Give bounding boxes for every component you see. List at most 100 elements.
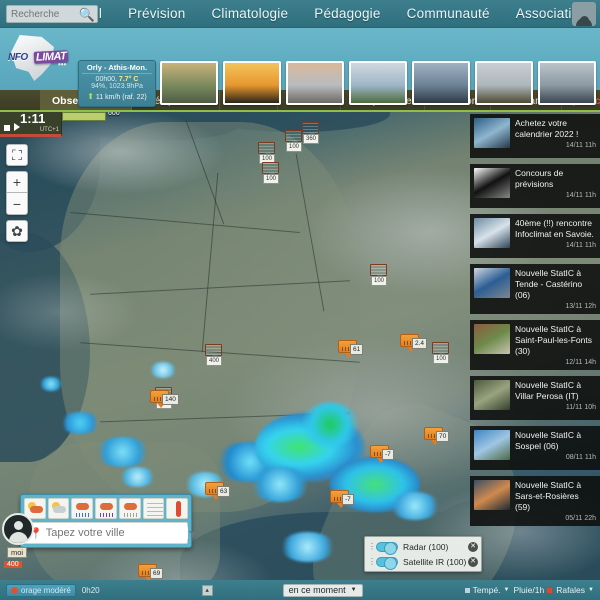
webcam-marker[interactable]: 100 [262,162,280,184]
alert-badge[interactable]: orage modéré [6,583,76,597]
webcam-marker[interactable]: 100 [370,264,388,286]
nav-item-climatologie[interactable]: Climatologie [198,0,301,28]
news-item[interactable]: Nouvelle StatIC à Sars-et-Rosières (59) 0… [470,476,600,526]
news-item[interactable]: Achetez votre calendrier 2022 ! 14/11 11h [470,114,600,158]
radar-echo [300,402,360,447]
weather-station-marker[interactable]: 69 [138,564,164,582]
news-body: 40ème (!!) rencontre Infoclimat en Savoi… [515,218,596,254]
search-box[interactable]: 🔍 [6,5,98,23]
photo-overcast-trees[interactable] [475,61,533,105]
site-logo[interactable]: NFO LIMAT ••• [6,34,76,84]
weather-station-marker[interactable]: -7 [330,490,354,508]
news-item[interactable]: Nouvelle StatIC à Saint-Paul-les-Fonts (… [470,320,600,370]
fog-icon[interactable] [142,498,165,519]
dropdown-rain[interactable]: Pluie/1h [513,585,553,595]
avatar-body [9,532,28,543]
nav-item-communaute[interactable]: Communauté [394,0,503,28]
photo-sunset-mast [474,480,510,510]
user-avatar-map[interactable] [2,513,34,545]
weather-station-value: 70 [436,431,450,442]
news-item[interactable]: Nouvelle StatIC à Villar Perosa (IT) 11/1… [470,376,600,420]
webcam-marker[interactable]: 100 [258,142,276,164]
close-icon[interactable]: ✕ [468,541,478,552]
map-time-control[interactable]: 1:11 UTC+1 [0,112,62,137]
news-date: 11/11 10h [565,404,596,411]
weather-station-marker[interactable]: 61 [338,340,364,358]
zoom-in-button[interactable]: + [6,171,28,193]
weather-station-marker[interactable]: 140 [150,390,179,408]
wind-arrow-icon: ⬆ [87,92,94,101]
avatar-head [14,521,23,530]
weather-station-marker[interactable]: 63 [205,482,231,500]
report-widget[interactable]: 📍 ➤ [20,494,202,548]
weather-station-marker[interactable]: 70 [424,427,450,445]
city-input[interactable] [45,527,188,539]
nav-item-prevision[interactable]: Prévision [115,0,198,28]
drag-handle-icon[interactable]: ⋮ [368,542,376,551]
webcam-marker[interactable]: 100 [285,130,303,152]
news-date: 14/11 11h [565,242,596,249]
fullscreen-button[interactable]: ⛶ [6,144,28,166]
news-title: Nouvelle StatIC à Tende - Castérino (06) [515,268,583,300]
dropdown-gusts[interactable]: Rafales ▼ [556,585,594,595]
avatar[interactable] [572,2,596,26]
webcam-marker[interactable]: 360 [302,122,320,144]
user-points-badge: 400 [4,561,22,568]
nav-item-pedagogie[interactable]: Pédagogie [301,0,393,28]
alert-label: orage modéré [21,585,71,595]
drag-handle-icon[interactable]: ⋮ [368,557,376,566]
thunderstorm-icon[interactable] [95,498,117,519]
layer-row[interactable]: ⋮ Radar (100) ✕ [365,539,481,555]
map-settings-button[interactable]: ✿ [6,220,28,242]
bottom-status-bar: orage modéré 0h20 ▴ en ce moment ▼ Tempé… [0,580,600,600]
zoom-out-button[interactable]: − [6,193,28,215]
weather-station-marker[interactable]: -7 [370,445,394,463]
layer-row[interactable]: ⋮ Satellite IR (100) ✕ [365,554,481,570]
photo-sunset-clouds[interactable] [223,61,281,105]
news-item[interactable]: 40ème (!!) rencontre Infoclimat en Savoi… [470,214,600,258]
photo-field-dusk[interactable] [349,61,407,105]
layer-toggle[interactable] [376,556,398,570]
search-icon[interactable]: 🔍 [79,7,95,23]
color-swatch [464,587,470,593]
temperature-icon[interactable] [166,498,189,519]
tabs-spacer [0,90,40,110]
station-wind: ⬆ 11 km/h (raf. 22) [82,92,152,101]
collapse-panel-button[interactable]: ▴ [201,584,213,596]
city-search-field[interactable]: 📍 ➤ [24,522,202,544]
stop-icon[interactable] [4,125,10,131]
webcam-marker-label: 100 [371,276,388,286]
photo-cirrus-harbour[interactable] [412,61,470,105]
news-sidebar: Achetez votre calendrier 2022 ! 14/11 11h… [470,114,600,532]
news-item[interactable]: Nouvelle StatIC à Sospel (06) 08/11 11h [470,426,600,470]
rain-icon[interactable] [71,498,94,519]
news-title: Achetez votre calendrier 2022 ! [515,118,579,139]
photo-thumbnail-strip [160,61,596,105]
photo-rainbow-hills[interactable] [160,61,218,105]
photo-lake-reflection[interactable] [538,61,596,105]
partly-cloudy-icon[interactable] [47,498,70,519]
weather-station-marker[interactable]: 2.4 [400,334,428,352]
map-layers-panel[interactable]: ⋮ Radar (100) ✕ ⋮ Satellite IR (100) ✕ [364,536,482,572]
layer-toggle[interactable] [376,541,398,555]
webcam-icon [432,342,449,357]
photo-rain-shaft[interactable] [286,61,344,105]
news-item[interactable]: Nouvelle StatIC à Tende - Castérino (06)… [470,264,600,314]
photo-checkered-flag [474,168,510,198]
map-controls: ⛶ + − ✿ [6,144,28,247]
webcam-marker[interactable]: 100 [432,342,450,364]
webcam-marker[interactable]: 400 [205,344,223,366]
drizzle-icon[interactable] [118,498,141,519]
news-body: Nouvelle StatIC à Tende - Castérino (06)… [515,268,596,310]
station-wind-text: 11 km/h (raf. 22) [95,94,147,101]
webcam-marker-label: 400 [206,356,223,366]
search-input[interactable] [7,8,79,20]
dropdown-temperature[interactable]: Tempé. ▼ [464,585,509,595]
scale-bar [62,112,106,121]
station-observation-box[interactable]: Orly - Athis-Mon. 00h00, 7.7° C 94%, 102… [78,60,156,107]
photo-lake-mountain [474,118,510,148]
news-item[interactable]: Concours de prévisions 14/11 11h [470,164,600,208]
radar-echo [40,377,62,391]
time-mode-select[interactable]: en ce moment ▼ [282,583,363,597]
close-icon[interactable]: ✕ [468,556,478,567]
